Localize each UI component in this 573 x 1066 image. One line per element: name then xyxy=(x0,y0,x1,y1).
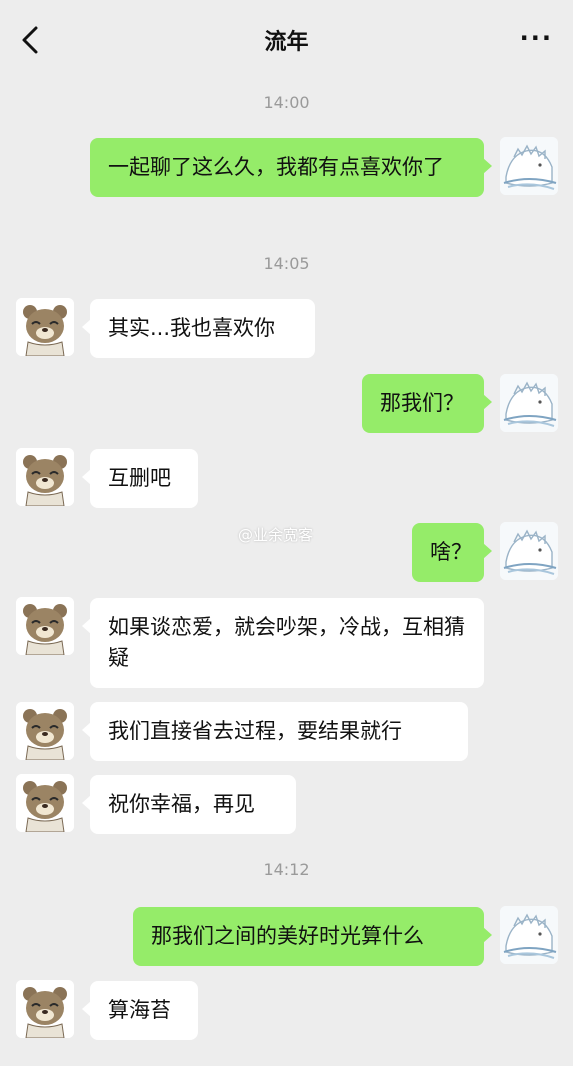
message-bubble-incoming[interactable]: 我们直接省去过程，要结果就行 xyxy=(82,702,468,761)
message-bubble-incoming[interactable]: 祝你幸福，再见 xyxy=(82,775,296,834)
message-bubble-outgoing[interactable]: 那我们之间的美好时光算什么 xyxy=(133,907,492,966)
chat-title: 流年 xyxy=(264,30,309,55)
bear-avatar-icon xyxy=(16,448,74,506)
avatar[interactable] xyxy=(16,774,74,832)
avatar[interactable] xyxy=(500,137,558,195)
avatar[interactable] xyxy=(16,597,74,655)
message-bubble-incoming[interactable]: 互删吧 xyxy=(82,449,198,508)
message-bubble-outgoing[interactable]: 一起聊了这么久，我都有点喜欢你了 xyxy=(90,138,492,197)
avatar[interactable] xyxy=(16,448,74,506)
message-bubble-incoming[interactable]: 其实...我也喜欢你 xyxy=(82,299,315,358)
timestamp: 14:00 xyxy=(263,93,310,112)
message-bubble-incoming[interactable]: 如果谈恋爱，就会吵架，冷战，互相猜疑 xyxy=(82,598,484,688)
avatar[interactable] xyxy=(500,522,558,580)
avatar[interactable] xyxy=(500,374,558,432)
message-bubble-incoming[interactable]: 算海苔 xyxy=(82,981,198,1040)
sketch-avatar-icon xyxy=(500,906,558,964)
bear-avatar-icon xyxy=(16,298,74,356)
message-bubble-outgoing[interactable]: 那我们？ xyxy=(362,374,492,433)
message-bubble-outgoing[interactable]: 啥？ xyxy=(412,523,492,582)
watermark: @业余宽客 xyxy=(238,526,314,544)
sketch-avatar-icon xyxy=(500,137,558,195)
avatar[interactable] xyxy=(16,298,74,356)
chat-header: 流年 ··· xyxy=(0,0,573,80)
bear-avatar-icon xyxy=(16,597,74,655)
avatar[interactable] xyxy=(16,980,74,1038)
bear-avatar-icon xyxy=(16,774,74,832)
more-options-button[interactable]: ··· xyxy=(520,24,553,52)
sketch-avatar-icon xyxy=(500,522,558,580)
bear-avatar-icon xyxy=(16,980,74,1038)
avatar[interactable] xyxy=(16,702,74,760)
avatar[interactable] xyxy=(500,906,558,964)
timestamp: 14:05 xyxy=(263,254,310,273)
sketch-avatar-icon xyxy=(500,374,558,432)
timestamp: 14:12 xyxy=(263,860,310,879)
bear-avatar-icon xyxy=(16,702,74,760)
